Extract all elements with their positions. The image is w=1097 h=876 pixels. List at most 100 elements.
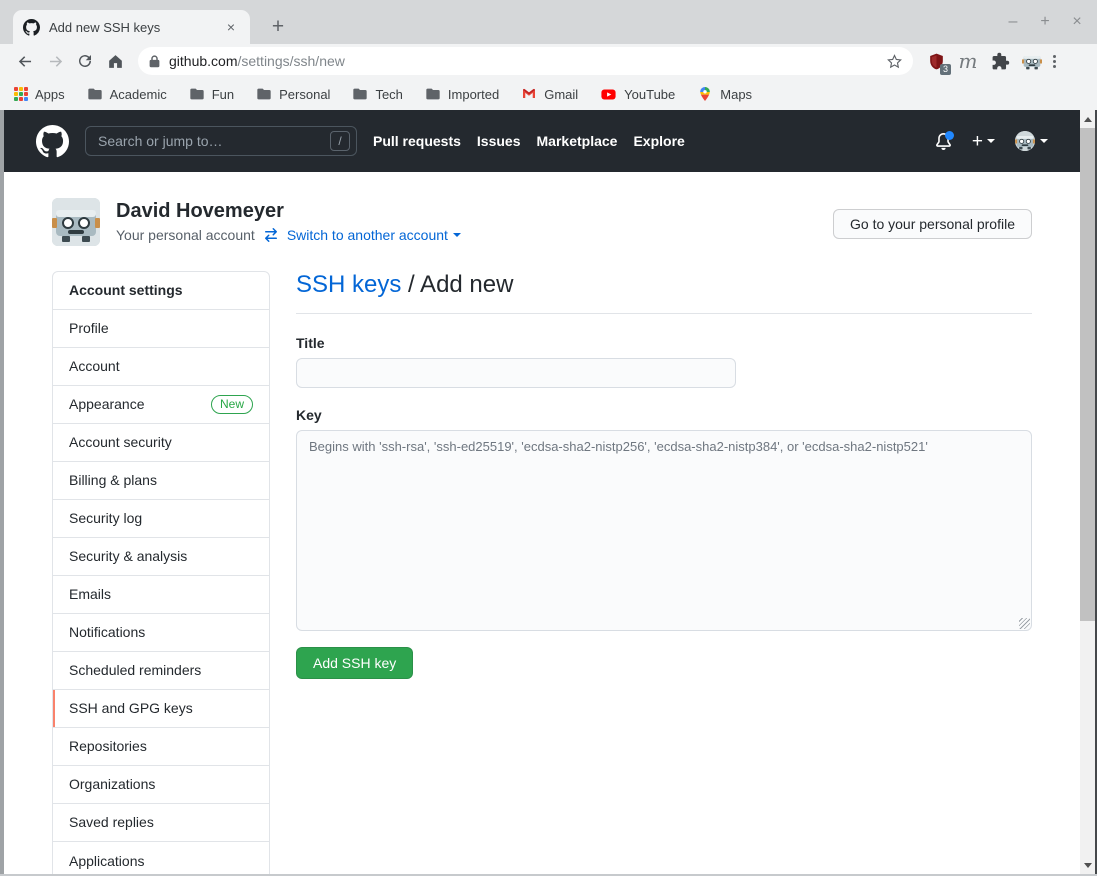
sidebar-item-organizations[interactable]: Organizations [53,766,269,804]
address-bar[interactable]: github.com/settings/ssh/new [138,47,913,75]
browser-menu-icon[interactable] [1053,55,1056,68]
switch-account-link[interactable]: Switch to another account [287,227,461,243]
avatar-extension-icon[interactable] [1021,50,1043,72]
folder-icon [425,86,441,102]
resize-handle[interactable] [1019,618,1030,629]
title-input[interactable] [296,358,736,388]
main-content: SSH keys / Add new Title Key Add SSH key [296,271,1032,679]
bookmark-gmail[interactable]: Gmail [521,86,578,102]
avatar [1015,131,1035,151]
github-nav: Pull requests Issues Marketplace Explore [373,133,685,149]
bookmark-folder-fun[interactable]: Fun [189,86,234,102]
sidebar-item-saved-replies[interactable]: Saved replies [53,804,269,842]
folder-icon [256,86,272,102]
bookmark-folder-tech[interactable]: Tech [352,86,402,102]
nav-issues[interactable]: Issues [477,133,521,149]
url-path: /settings/ssh/new [237,53,344,69]
window-controls: – + × [1005,10,1085,34]
new-badge: New [211,395,253,414]
github-search: / [85,126,357,156]
page-scrollbar[interactable] [1080,110,1095,874]
puzzle-icon[interactable] [989,50,1011,72]
reload-icon[interactable] [70,47,100,75]
window-minimize-button[interactable]: – [1005,10,1021,34]
m-extension-icon[interactable]: m [957,50,979,72]
new-tab-button[interactable]: + [264,14,292,42]
key-textarea[interactable] [296,430,1032,631]
sidebar-item-ssh-gpg-keys[interactable]: SSH and GPG keys [53,690,269,728]
folder-icon [189,86,205,102]
browser-window: Add new SSH keys × + – + × github.com/se… [0,0,1097,876]
window-maximize-button[interactable]: + [1037,10,1053,34]
bookmark-apps[interactable]: Apps [14,87,65,102]
github-logo-icon[interactable] [36,125,69,158]
profile-name: David Hovemeyer [116,198,461,224]
scroll-up-icon[interactable] [1080,111,1095,127]
avatar[interactable] [52,198,100,246]
add-ssh-key-button[interactable]: Add SSH key [296,647,413,679]
sidebar-item-emails[interactable]: Emails [53,576,269,614]
unread-notification-dot [945,131,954,140]
key-field-label: Key [296,407,1032,423]
title-field-label: Title [296,335,1032,351]
breadcrumb-current: / Add new [408,271,513,298]
gmail-icon [521,86,537,102]
sidebar-item-profile[interactable]: Profile [53,310,269,348]
sidebar-item-account[interactable]: Account [53,348,269,386]
bookmark-folder-personal[interactable]: Personal [256,86,330,102]
sidebar-item-repositories[interactable]: Repositories [53,728,269,766]
bookmarks-bar: Apps Academic Fun Personal Tech Imported… [0,78,1097,110]
github-header: / Pull requests Issues Marketplace Explo… [4,110,1080,172]
ssh-keys-breadcrumb-link[interactable]: SSH keys [296,271,401,298]
slash-shortcut-key: / [330,131,350,151]
user-avatar-dropdown[interactable] [1015,131,1048,151]
sidebar-item-scheduled-reminders[interactable]: Scheduled reminders [53,652,269,690]
page-title: SSH keys / Add new [296,271,1032,314]
apps-grid-icon [14,87,28,101]
page-viewport: / Pull requests Issues Marketplace Explo… [4,110,1080,874]
sidebar-item-appearance[interactable]: Appearance New [53,386,269,424]
ublock-badge: 3 [940,64,951,75]
tab-close-icon[interactable]: × [222,18,240,36]
settings-sidebar: Account settings Profile Account Appeara… [52,271,270,874]
sidebar-item-notifications[interactable]: Notifications [53,614,269,652]
maps-icon [697,86,713,102]
profile-header: David Hovemeyer Your personal account Sw… [52,198,1032,246]
extension-cluster: 3 m [925,50,1043,72]
sidebar-item-security-log[interactable]: Security log [53,500,269,538]
url-host: github.com [169,53,237,69]
ublock-shield-icon[interactable]: 3 [925,50,947,72]
go-to-profile-button[interactable]: Go to your personal profile [833,209,1032,239]
sidebar-item-account-security[interactable]: Account security [53,424,269,462]
notifications-bell-icon[interactable] [935,133,952,150]
bookmark-folder-academic[interactable]: Academic [87,86,167,102]
sidebar-item-billing-plans[interactable]: Billing & plans [53,462,269,500]
nav-pull-requests[interactable]: Pull requests [373,133,461,149]
github-favicon-icon [23,19,40,36]
nav-marketplace[interactable]: Marketplace [537,133,618,149]
scroll-down-icon[interactable] [1080,857,1095,873]
nav-explore[interactable]: Explore [633,133,684,149]
bookmark-folder-imported[interactable]: Imported [425,86,499,102]
folder-icon [87,86,103,102]
window-left-border [0,110,4,876]
browser-toolbar: github.com/settings/ssh/new 3 m [0,44,1097,78]
sidebar-item-applications[interactable]: Applications [53,842,269,874]
chevron-down-icon [1040,139,1048,143]
sidebar-header: Account settings [53,272,269,310]
sidebar-item-security-analysis[interactable]: Security & analysis [53,538,269,576]
chevron-down-icon [453,233,461,237]
bookmark-youtube[interactable]: YouTube [600,86,675,103]
chevron-down-icon [987,139,995,143]
create-new-dropdown[interactable]: + [972,132,995,151]
forward-icon[interactable] [40,47,70,75]
bookmark-star-icon[interactable] [886,53,903,70]
window-close-button[interactable]: × [1069,10,1085,34]
scrollbar-thumb[interactable] [1080,128,1095,621]
back-icon[interactable] [10,47,40,75]
folder-icon [352,86,368,102]
home-icon[interactable] [100,47,130,75]
bookmark-maps[interactable]: Maps [697,86,752,102]
browser-tab[interactable]: Add new SSH keys × [13,10,250,44]
search-input[interactable] [85,126,357,156]
